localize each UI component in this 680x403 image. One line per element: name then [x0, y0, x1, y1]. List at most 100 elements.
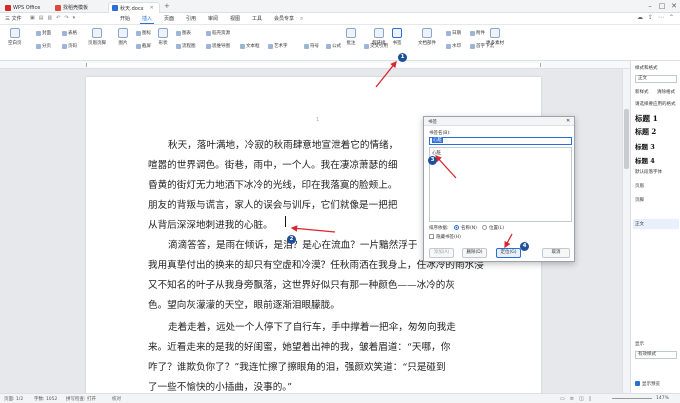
style-footer[interactable]: 页脚	[635, 197, 644, 203]
screenshot-button[interactable]: 截屏	[136, 43, 151, 49]
step-marker-3: 3	[428, 156, 437, 165]
comment-button[interactable]: 批注	[346, 28, 356, 46]
goto-button[interactable]: 定位(G)	[496, 248, 521, 258]
search-icon[interactable]: ⌕	[300, 15, 308, 23]
spell-check-status[interactable]: 拼写检查: 打开	[66, 396, 96, 402]
page-center-marker: 1	[316, 117, 320, 123]
new-tab-icon[interactable]: +	[164, 2, 170, 10]
sort-by-position-radio[interactable]	[482, 225, 487, 230]
flowchart-icon	[176, 43, 181, 49]
scroll-thumb[interactable]	[624, 109, 629, 169]
style-heading-3[interactable]: 标题 3	[635, 141, 655, 151]
style-default-font[interactable]: 默认段落字体	[635, 169, 662, 175]
page-break-button[interactable]: 分页	[36, 43, 51, 49]
minimize-icon[interactable]: –	[644, 2, 656, 11]
read-mode-icon[interactable]: ▯	[589, 396, 592, 402]
date-button[interactable]: 日期	[446, 30, 461, 36]
proofread[interactable]: 校对	[112, 396, 121, 402]
add-button[interactable]: 添加(A)	[429, 248, 454, 258]
shape-button[interactable]: 形状	[158, 28, 168, 46]
menu-reference[interactable]: 引用	[184, 15, 198, 24]
menu-review[interactable]: 审阅	[206, 15, 220, 24]
more-material-button[interactable]: 更多素材	[478, 28, 504, 46]
textbox-button[interactable]: 文本框	[240, 43, 260, 49]
maximize-icon[interactable]: □	[656, 2, 668, 11]
tab-document[interactable]: 秋天.docx ✕	[108, 2, 160, 13]
cross-reference-button[interactable]: 交叉引用	[364, 43, 388, 49]
tab-wps-office[interactable]: WPS Office	[2, 2, 43, 13]
tab-template[interactable]: 找稻壳模板	[52, 2, 91, 13]
flowchart-button[interactable]: 流程图	[176, 43, 196, 49]
preview-label: 显示预览	[642, 382, 660, 387]
more-options-icon[interactable]: ⋯	[658, 14, 664, 24]
icon-button[interactable]: 图标	[136, 30, 151, 36]
preview-icon[interactable]: ▥	[47, 15, 52, 23]
docer-icon	[206, 30, 211, 36]
blank-page-button[interactable]: 空白页	[8, 28, 22, 46]
zoom-level[interactable]: 147%	[656, 396, 669, 401]
styles-panel: 样式和格式 正文 新样式 清除格式 请选择要应用的格式 标题 1 标题 2 标题…	[630, 61, 680, 393]
bookmark-button[interactable]: 书签	[392, 28, 402, 46]
current-style-box[interactable]: 正文	[635, 75, 677, 83]
print-icon[interactable]: ▤	[39, 15, 44, 23]
doc-parts-icon	[422, 28, 432, 38]
page-count[interactable]: 页面: 1/2	[4, 396, 23, 402]
style-normal-selected[interactable]: 正文	[633, 219, 679, 229]
ruler-track	[86, 63, 541, 67]
undo-icon[interactable]: ↶	[56, 15, 60, 23]
web-view-icon[interactable]: ◫	[579, 396, 584, 402]
cancel-button[interactable]: 取消	[542, 248, 570, 258]
redo-icon[interactable]: ↷	[64, 15, 68, 23]
header-footer-button[interactable]: 页眉页脚	[88, 28, 106, 46]
dialog-close-icon[interactable]: ✕	[566, 118, 570, 124]
zoom-slider[interactable]	[612, 398, 652, 399]
delete-button[interactable]: 删除(D)	[462, 248, 487, 258]
menu-tools[interactable]: 工具	[250, 15, 264, 24]
clear-format-link[interactable]: 清除格式	[657, 89, 675, 95]
cloud-icon[interactable]: ☁	[637, 14, 643, 24]
picture-button[interactable]: 图片	[118, 28, 128, 46]
watermark-button[interactable]: 水印	[446, 43, 461, 49]
hidden-bookmarks-checkbox[interactable]	[429, 234, 434, 239]
cover-button[interactable]: 封面	[36, 30, 51, 36]
close-tab-icon[interactable]: ✕	[150, 5, 154, 11]
save-icon[interactable]: ▣	[30, 15, 35, 23]
para1-line2: 喧嚣的世界调色。街巷，雨中，一个人。我在凄凉萧瑟的细	[148, 160, 398, 171]
table-button[interactable]: 表格	[62, 30, 77, 36]
tab-label: 秋天.docx	[120, 5, 144, 12]
style-heading-2[interactable]: 标题 2	[635, 127, 656, 137]
outline-view-icon[interactable]: ≡	[570, 396, 574, 402]
menu-view[interactable]: 视图	[228, 15, 242, 24]
style-heading-1[interactable]: 标题 1	[635, 113, 658, 124]
more-icon[interactable]: ▾	[73, 15, 76, 23]
mindmap-button[interactable]: 思维导图	[206, 43, 230, 49]
menu-file[interactable]: 三 文件	[3, 15, 24, 24]
menu-page[interactable]: 页面	[162, 15, 176, 24]
menu-home[interactable]: 开始	[118, 15, 132, 24]
share-icon[interactable]: ⇪	[648, 14, 653, 24]
doc-icon	[112, 5, 118, 11]
bookmark-name-input[interactable]: 心脏	[429, 137, 572, 145]
wordart-icon	[268, 43, 273, 49]
page-view-icon[interactable]: ▭	[560, 396, 565, 402]
menu-vip[interactable]: 会员专享	[272, 15, 296, 24]
preview-checkbox[interactable]	[635, 381, 640, 386]
bookmark-list[interactable]: 心脏	[429, 147, 572, 222]
docer-resource-button[interactable]: 稻壳资源	[206, 30, 230, 36]
wordart-button[interactable]: 艺术字	[268, 43, 288, 49]
close-window-icon[interactable]: ✕	[668, 2, 680, 11]
page-number-button[interactable]: 页码	[62, 43, 77, 49]
sort-by-name-radio[interactable]	[454, 225, 459, 230]
style-header[interactable]: 页眉	[635, 183, 644, 189]
formula-button[interactable]: 公式	[326, 43, 341, 49]
collapse-ribbon-icon[interactable]: ⌃	[669, 14, 674, 24]
menu-insert[interactable]: 插入	[140, 15, 155, 24]
word-count[interactable]: 字数: 1052	[34, 396, 57, 402]
chart-button[interactable]: 图表	[176, 30, 191, 36]
style-heading-4[interactable]: 标题 4	[635, 155, 655, 165]
new-style-link[interactable]: 新样式	[635, 89, 649, 95]
doc-parts-button[interactable]: 文档部件	[418, 28, 436, 46]
vertical-scrollbar[interactable]	[622, 69, 630, 393]
show-select[interactable]: 有效样式	[635, 351, 677, 359]
symbol-button[interactable]: 符号	[304, 43, 319, 49]
